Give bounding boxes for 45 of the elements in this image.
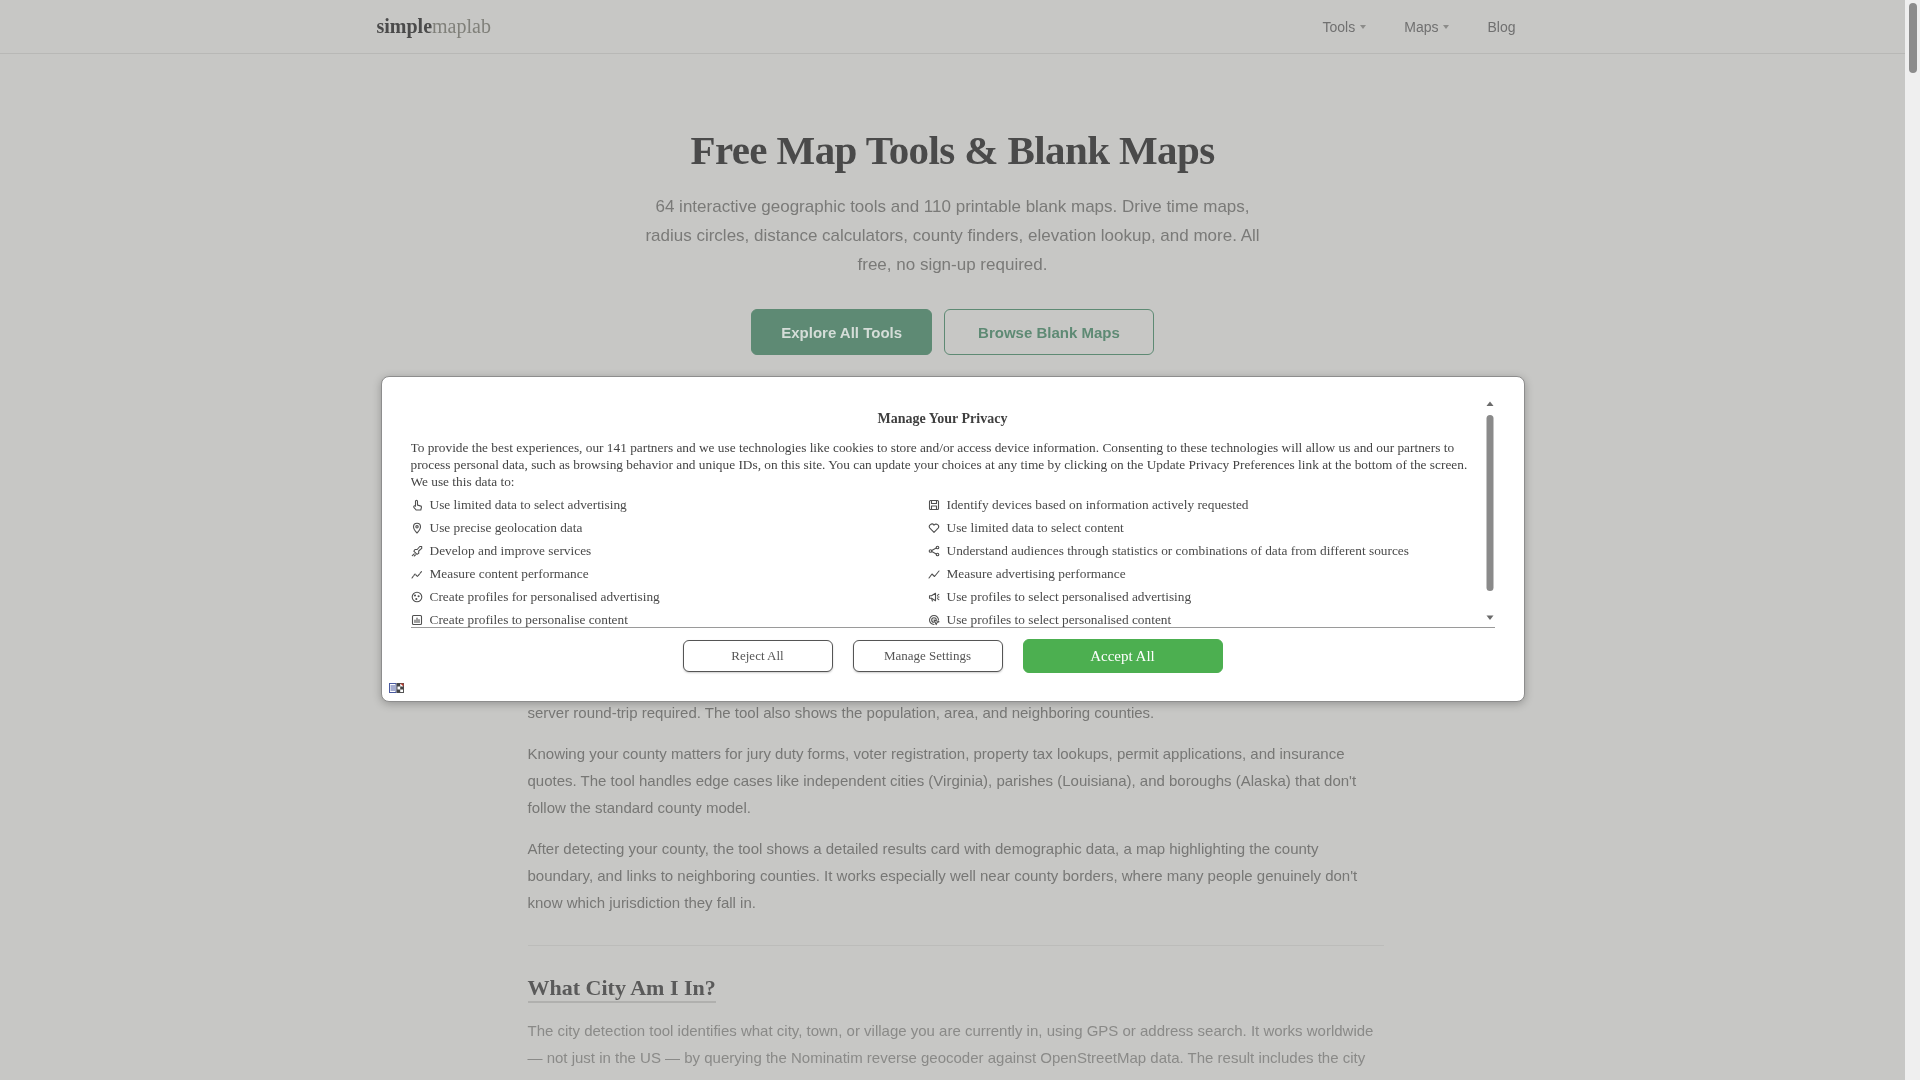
purpose-label: Measure advertising performance: [946, 566, 1126, 582]
purpose-label: Use limited data to select advertising: [429, 497, 627, 513]
megaphone-icon: [927, 591, 940, 603]
target-cursor-icon: [927, 614, 940, 626]
purpose-label: Use profiles to select personalised content: [946, 612, 1172, 627]
share-icon: [927, 545, 940, 557]
caret-icon: [1360, 24, 1367, 29]
nav-link[interactable]: Maps: [1404, 18, 1450, 35]
purpose-label: Identify devices based on information actively requested: [946, 497, 1249, 513]
reject-button[interactable]: Reject All: [682, 640, 833, 672]
site-logo[interactable]: simplemaplab: [376, 15, 491, 38]
body-paragraph: Knowing your county matters for jury duty forms, voter registration, property tax lookups, permit applications, and insurance quotes. The tool handles edge cases like independent cities (Virginia), parishes (Louisiana), and boroughs (Alaska) that don't follow the standard county model.: [527, 744, 1358, 818]
nav-link[interactable]: Tools: [1322, 18, 1367, 35]
dialog-title: Manage Your Privacy: [876, 410, 1009, 428]
body-paragraph: server round-trip required. The tool also shows the population, area, and neighboring counties.: [527, 703, 1156, 723]
nav-link[interactable]: Blog: [1487, 18, 1516, 35]
location-pin-icon: [410, 522, 423, 534]
browse-button[interactable]: Browse Blank Maps: [944, 309, 1154, 355]
hand-pointer-icon: [410, 499, 423, 511]
purpose-label: Measure content performance: [429, 566, 589, 582]
hero-subtitle: 64 interactive geographic tools and 110 printable blank maps. Drive time maps, radius circles, distance calculators, county finders, elevation lookup, and more. All free, no sign-up required.: [644, 196, 1261, 276]
section-heading: What City Am I In?: [527, 975, 716, 1003]
explore-button[interactable]: Explore All Tools: [751, 309, 933, 355]
dialog-text: To provide the best experiences, our 141 partners and we use technologies like cookies to store and/or access device information. Consenting to these technologies will allow us and our partners to process personal data, such as browsing behavior and unique IDs, on this site. You can update your choices at any time by clicking on the Update Privacy Preferences link at the bottom of the screen. We use this data to:: [410, 438, 1469, 490]
body-paragraph: After detecting your county, the tool shows a detailed results card with demographic data, a map highlighting the county boundary, and links to neighboring counties. It works especially well near county borders, where many people genuinely don't know which jurisdiction they fall in.: [527, 839, 1359, 913]
heart-icon: [927, 522, 940, 534]
purpose-label: Create profiles to personalise content: [429, 612, 628, 627]
scrollbar[interactable]: [1905, 0, 1920, 1080]
trend-line-icon: [927, 568, 940, 580]
purpose-label: Understand audiences through statistics or combinations of data from different sources: [946, 543, 1409, 559]
bar-chart-icon: [410, 614, 423, 626]
purpose-label: Use precise geolocation data: [429, 520, 583, 536]
flag-icon[interactable]: [388, 683, 404, 693]
accept-button[interactable]: Accept All: [1022, 639, 1223, 673]
purpose-label: Use profiles to select personalised advertising: [946, 589, 1192, 605]
purpose-label: Create profiles for personalised advertising: [429, 589, 660, 605]
dashed-trend-icon: [410, 568, 423, 580]
purpose-label: Use limited data to select content: [946, 520, 1124, 536]
caret-icon: [1443, 24, 1450, 29]
purpose-label: Develop and improve services: [429, 543, 592, 559]
rocket-icon: [410, 545, 423, 557]
cookie-icon: [410, 591, 423, 603]
page-title: Free Map Tools & Blank Maps: [690, 126, 1215, 175]
settings-button[interactable]: Manage Settings: [852, 640, 1003, 672]
body-paragraph: The city detection tool identifies what city, town, or village you are currently in, using GPS or address search. It works worldwide — not just in the US — by querying the Nominatim reverse geocoder against OpenStreetMap data. The result includes the city: [527, 1021, 1375, 1068]
